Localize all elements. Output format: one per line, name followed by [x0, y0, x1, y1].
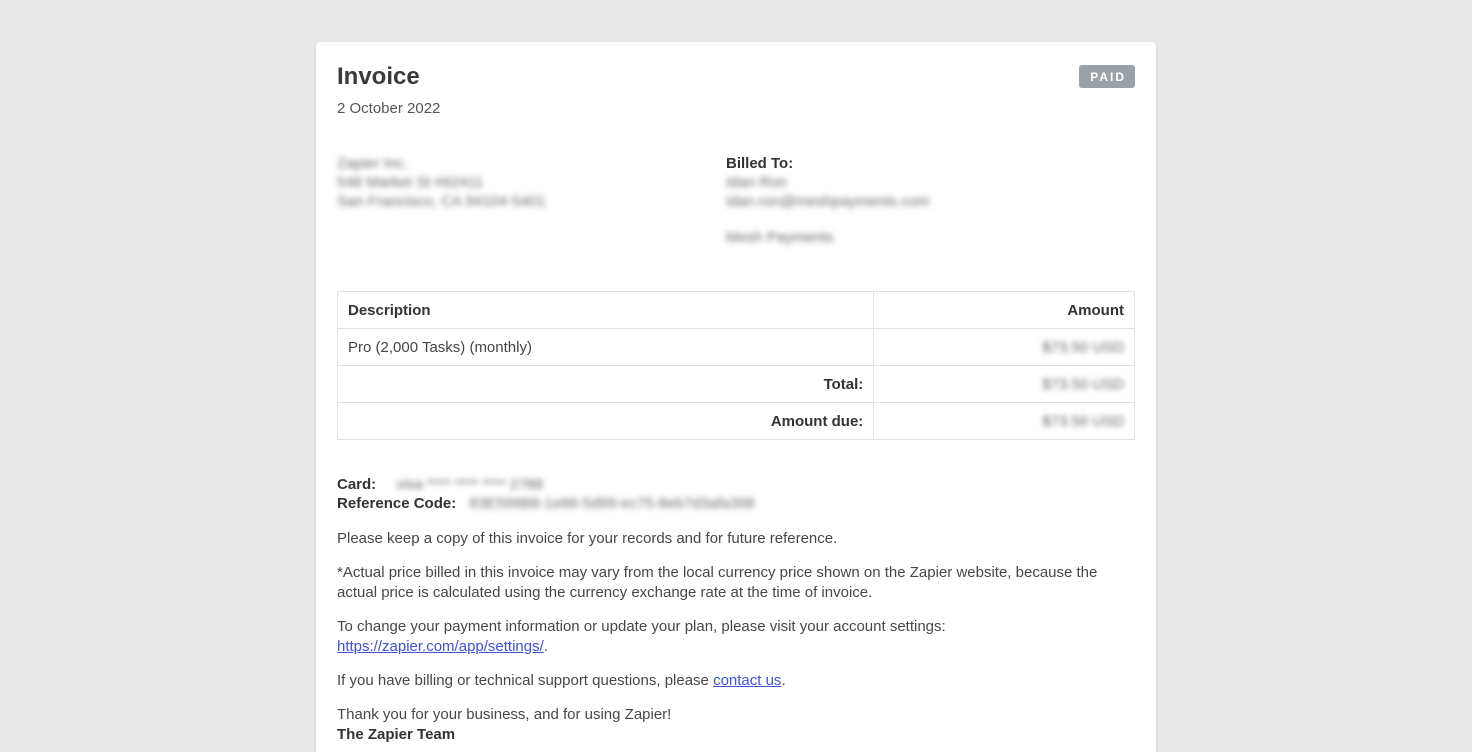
total-label: Total: — [338, 366, 874, 403]
seller-address-line: San Francisco, CA 94104-5401 — [337, 192, 726, 211]
invoice-header: Invoice PAID — [337, 65, 1135, 89]
billed-to-company: Mesh Payments — [726, 228, 1135, 247]
payment-details: Card: visa **** **** **** 2788 Reference… — [337, 475, 1135, 513]
settings-period: . — [544, 638, 548, 655]
total-row: Total: $73.50 USD — [338, 366, 1135, 403]
page-title: Invoice — [337, 65, 420, 89]
invoice-card: Invoice PAID 2 October 2022 Zapier Inc. … — [316, 42, 1156, 752]
card-label: Card: — [337, 476, 376, 493]
billed-to-email: idan.ron@meshpayments.com — [726, 192, 1135, 211]
billed-to-block: Billed To: Idan Ron idan.ron@meshpayment… — [726, 154, 1135, 247]
total-amount: $73.50 USD — [874, 366, 1135, 403]
invoice-date: 2 October 2022 — [337, 100, 1135, 117]
table-row: Pro (2,000 Tasks) (monthly) $73.50 USD — [338, 329, 1135, 366]
settings-link[interactable]: https://zapier.com/app/settings/ — [337, 638, 544, 655]
seller-address-line: Zapier Inc. — [337, 154, 726, 173]
reference-code-line: Reference Code: 83E599B8-1e66-5d99-ec75-… — [337, 494, 1135, 513]
account-settings-text: To change your payment information or up… — [337, 618, 946, 635]
keep-copy-note: Please keep a copy of this invoice for y… — [337, 529, 1135, 549]
seller-address: Zapier Inc. 548 Market St #62411 San Fra… — [337, 154, 726, 247]
seller-address-line: 548 Market St #62411 — [337, 173, 726, 192]
amount-due-label: Amount due: — [338, 403, 874, 440]
thank-you-text: Thank you for your business, and for usi… — [337, 706, 671, 723]
reference-code-label: Reference Code: — [337, 495, 456, 512]
thank-you-block: Thank you for your business, and for usi… — [337, 705, 1135, 745]
amount-due-row: Amount due: $73.50 USD — [338, 403, 1135, 440]
amount-column-header: Amount — [874, 292, 1135, 329]
card-line: Card: visa **** **** **** 2788 — [337, 475, 1135, 494]
amount-due-amount: $73.50 USD — [874, 403, 1135, 440]
table-header-row: Description Amount — [338, 292, 1135, 329]
support-note: If you have billing or technical support… — [337, 671, 1135, 691]
zapier-team-signature: The Zapier Team — [337, 726, 455, 743]
status-badge: PAID — [1079, 65, 1135, 88]
support-period: . — [781, 672, 785, 689]
line-item-amount: $73.50 USD — [874, 329, 1135, 366]
reference-code-value: 83E599B8-1e66-5d99-ec75-8eb7d3afa398 — [469, 494, 754, 513]
support-text: If you have billing or technical support… — [337, 672, 713, 689]
price-variance-note: *Actual price billed in this invoice may… — [337, 563, 1135, 603]
contact-us-link[interactable]: contact us — [713, 672, 781, 689]
billed-to-label: Billed To: — [726, 154, 1135, 173]
address-section: Zapier Inc. 548 Market St #62411 San Fra… — [337, 154, 1135, 247]
card-number: visa **** **** **** 2788 — [396, 475, 543, 494]
billed-to-name: Idan Ron — [726, 173, 1135, 192]
line-item-description: Pro (2,000 Tasks) (monthly) — [338, 329, 874, 366]
description-column-header: Description — [338, 292, 874, 329]
line-items-table: Description Amount Pro (2,000 Tasks) (mo… — [337, 291, 1135, 440]
account-settings-note: To change your payment information or up… — [337, 617, 1135, 657]
